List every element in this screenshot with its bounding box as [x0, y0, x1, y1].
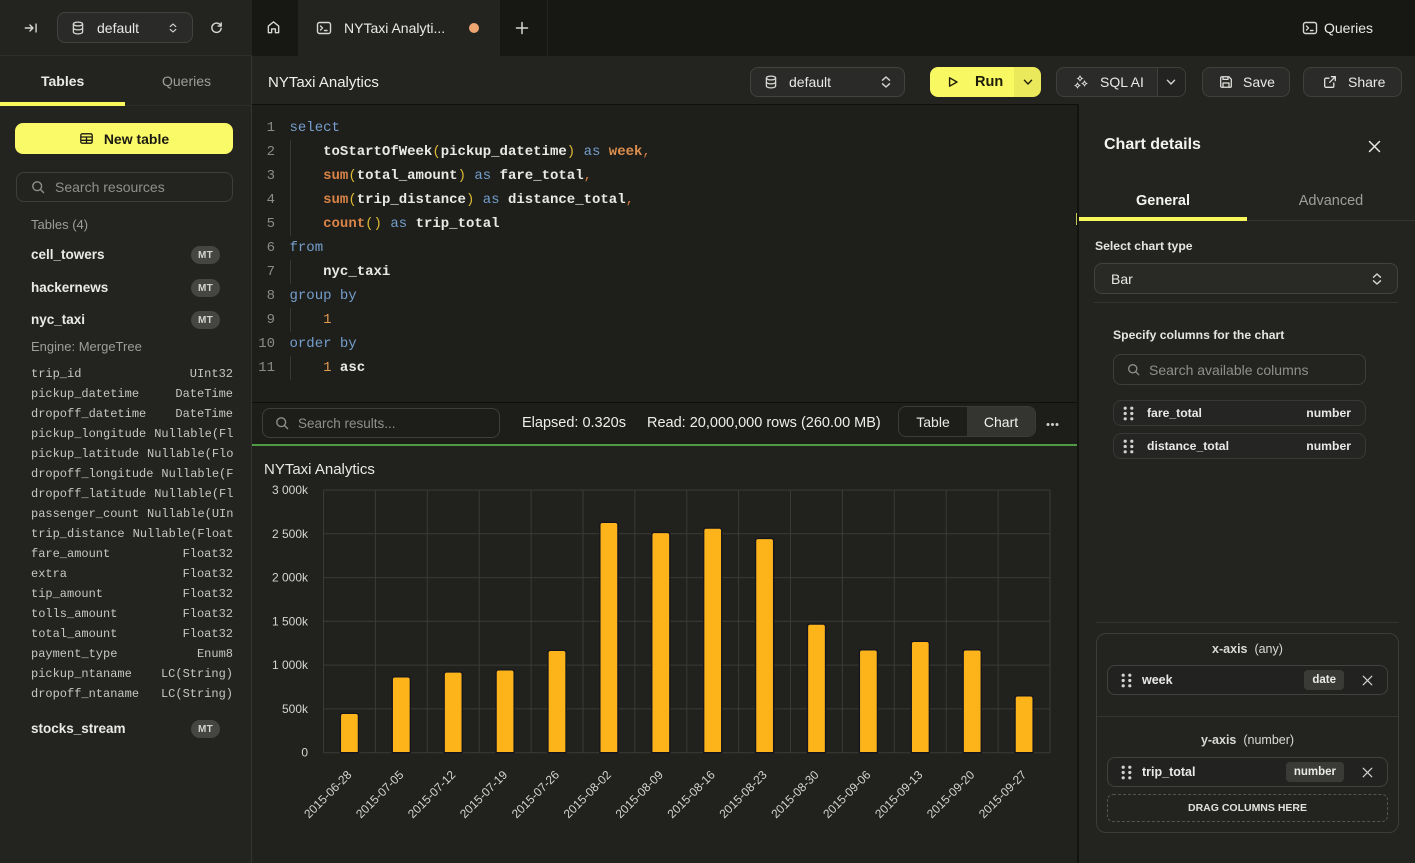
svg-text:NYTaxi Analytics: NYTaxi Analytics: [264, 461, 375, 478]
svg-text:1 500k: 1 500k: [272, 614, 309, 628]
svg-text:1 000k: 1 000k: [272, 658, 309, 672]
svg-text:2015-07-26: 2015-07-26: [509, 767, 563, 821]
svg-text:2015-06-28: 2015-06-28: [301, 767, 355, 821]
svg-text:2015-08-02: 2015-08-02: [561, 767, 615, 821]
svg-text:2 000k: 2 000k: [272, 571, 309, 585]
svg-text:2015-08-16: 2015-08-16: [665, 767, 719, 821]
svg-text:0: 0: [301, 746, 308, 760]
svg-text:2 500k: 2 500k: [272, 527, 309, 541]
svg-text:2015-09-27: 2015-09-27: [976, 767, 1030, 821]
svg-text:2015-07-19: 2015-07-19: [457, 767, 511, 821]
svg-text:500k: 500k: [282, 702, 309, 716]
svg-text:2015-09-13: 2015-09-13: [872, 767, 926, 821]
svg-text:2015-08-23: 2015-08-23: [716, 767, 770, 821]
svg-text:2015-09-06: 2015-09-06: [820, 767, 874, 821]
svg-text:2015-07-12: 2015-07-12: [405, 767, 459, 821]
svg-text:2015-08-09: 2015-08-09: [613, 767, 667, 821]
svg-text:2015-09-20: 2015-09-20: [924, 767, 978, 821]
svg-text:2015-07-05: 2015-07-05: [353, 767, 407, 821]
svg-text:2015-08-30: 2015-08-30: [768, 767, 822, 821]
svg-text:3 000k: 3 000k: [272, 483, 309, 497]
